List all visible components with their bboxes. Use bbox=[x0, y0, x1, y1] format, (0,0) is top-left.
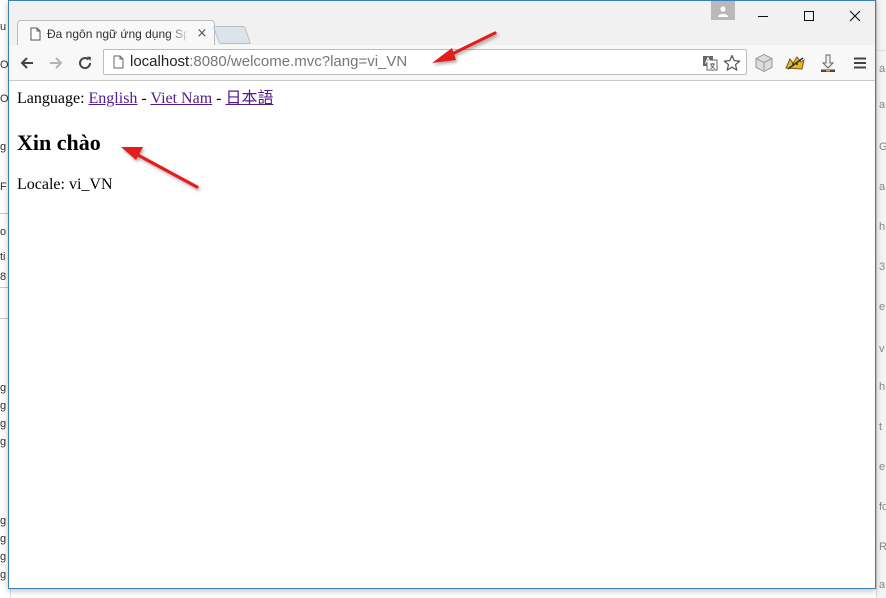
bg-text-fragment: h bbox=[879, 381, 886, 393]
bg-text-fragment: a bbox=[879, 63, 886, 75]
bg-text-fragment: e bbox=[879, 461, 886, 473]
bg-divider bbox=[877, 50, 886, 51]
language-link-english[interactable]: English bbox=[89, 90, 138, 107]
translate-icon[interactable] bbox=[700, 53, 720, 73]
extension-download-icon[interactable] bbox=[817, 52, 839, 74]
bg-text-fragment: fo bbox=[879, 501, 886, 513]
page-info-icon[interactable] bbox=[113, 55, 124, 69]
bg-text-fragment: R bbox=[879, 541, 886, 553]
extension-box-icon[interactable] bbox=[753, 52, 775, 74]
language-link-japanese[interactable]: 日本語 bbox=[225, 90, 273, 107]
tab-title-fade bbox=[168, 25, 190, 43]
forward-icon[interactable] bbox=[46, 53, 66, 73]
bg-text-fragment: e bbox=[879, 301, 886, 313]
extension-tomcat-icon[interactable] bbox=[784, 52, 806, 74]
close-window-icon[interactable] bbox=[832, 1, 878, 31]
tab-close-icon[interactable]: × bbox=[194, 26, 210, 42]
language-selector: Language: English - Viet Nam - 日本語 bbox=[17, 90, 274, 108]
url-host: localhost bbox=[130, 53, 190, 70]
minimize-icon[interactable] bbox=[740, 1, 786, 31]
locale-label: Locale: bbox=[17, 176, 65, 193]
bg-text-fragment: a bbox=[879, 181, 886, 193]
background-window-right: a a G a h 3 e v h t e fo R a bbox=[876, 0, 886, 598]
menu-icon[interactable] bbox=[849, 52, 871, 74]
locale-line: Locale: vi_VN bbox=[17, 176, 113, 194]
maximize-icon[interactable] bbox=[786, 1, 832, 31]
browser-tab[interactable]: Đa ngôn ngữ ứng dụng Spring MVC × bbox=[17, 20, 215, 48]
page-content: Language: English - Viet Nam - 日本語 Xin c… bbox=[9, 81, 875, 588]
welcome-heading: Xin chào bbox=[17, 130, 101, 155]
bookmark-star-icon[interactable] bbox=[722, 53, 742, 73]
locale-value: vi_VN bbox=[68, 176, 113, 193]
url-text[interactable]: localhost:8080/welcome.mvc?lang=vi_VN bbox=[130, 53, 407, 71]
bg-text-fragment: a bbox=[879, 99, 886, 111]
bg-text-fragment: 3 bbox=[879, 261, 886, 273]
bg-text-fragment: G bbox=[879, 141, 886, 153]
language-separator: - bbox=[141, 90, 147, 107]
bg-text-fragment: h bbox=[879, 221, 886, 233]
url-path: :8080/welcome.mvc?lang=vi_VN bbox=[189, 53, 408, 70]
language-separator: - bbox=[216, 90, 222, 107]
page-icon bbox=[30, 27, 41, 41]
bg-text-fragment: t bbox=[879, 421, 883, 433]
language-link-vietnam[interactable]: Viet Nam bbox=[150, 90, 212, 107]
back-icon[interactable] bbox=[17, 53, 37, 73]
tab-title: Đa ngôn ngữ ứng dụng Spring MVC bbox=[47, 27, 187, 41]
bg-text-fragment: v bbox=[879, 343, 885, 355]
browser-titlebar: Đa ngôn ngữ ứng dụng Spring MVC × bbox=[9, 1, 878, 48]
browser-toolbar: localhost:8080/welcome.mvc?lang=vi_VN bbox=[9, 45, 875, 81]
browser-window: Đa ngôn ngữ ứng dụng Spring MVC × bbox=[8, 0, 876, 589]
new-tab-button[interactable] bbox=[212, 26, 252, 44]
reload-icon[interactable] bbox=[75, 53, 95, 73]
address-bar[interactable]: localhost:8080/welcome.mvc?lang=vi_VN bbox=[103, 49, 747, 75]
language-label: Language: bbox=[17, 90, 85, 107]
bg-text-fragment: a bbox=[879, 579, 886, 591]
profile-avatar-icon[interactable] bbox=[711, 1, 735, 20]
